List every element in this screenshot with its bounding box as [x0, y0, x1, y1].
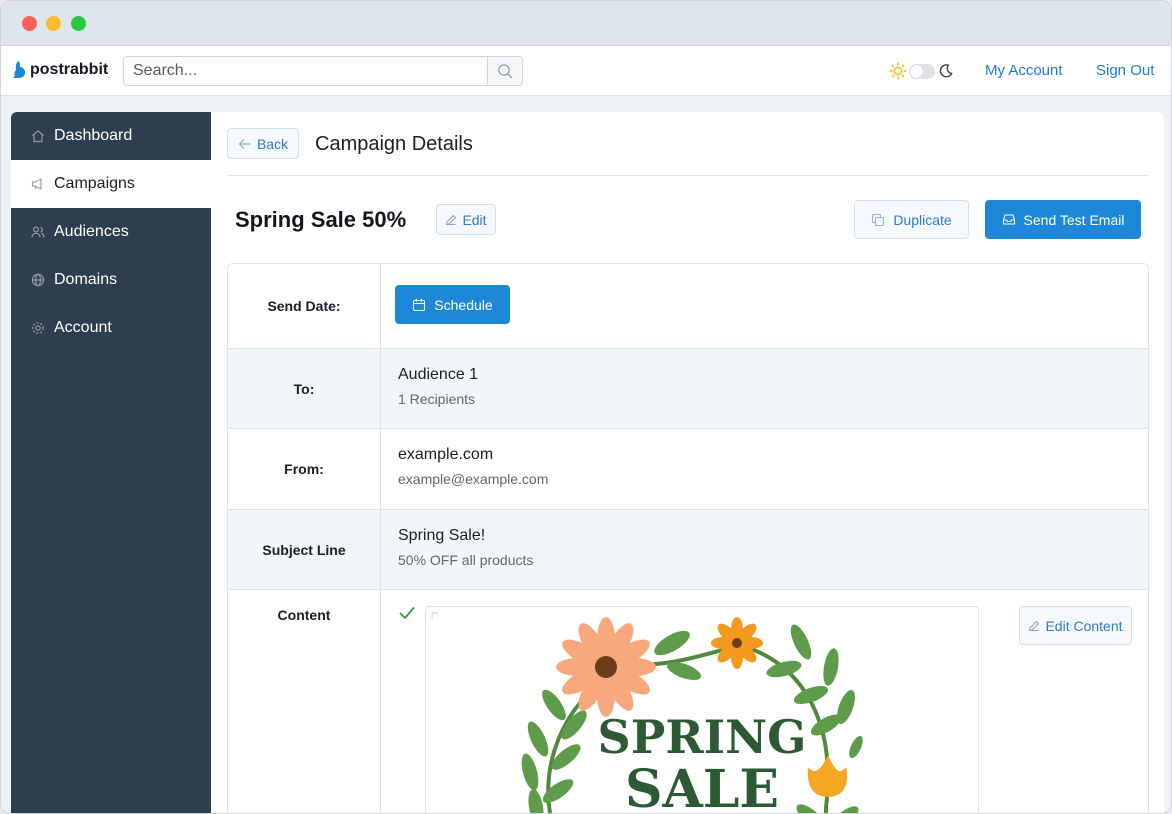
search-bar — [123, 56, 523, 86]
sidebar-item-label: Domains — [54, 271, 118, 288]
top-navigation: postrabbit Search... My Account Sign Out — [1, 46, 1171, 96]
schedule-button[interactable]: Schedule — [395, 285, 510, 324]
calendar-icon — [413, 298, 426, 311]
theme-switcher — [889, 62, 955, 80]
spring-sale-image: SPRING SALE — [431, 612, 863, 814]
close-window-button[interactable] — [22, 16, 37, 31]
send-date-label: Send Date: — [228, 264, 381, 348]
from-domain: example.com — [398, 446, 494, 463]
page-title: Campaign Details — [315, 133, 473, 155]
arrow-left-icon — [238, 138, 251, 149]
from-label: From: — [228, 429, 381, 509]
edit-content-label: Edit Content — [1045, 617, 1123, 634]
send-date-row: Send Date: Schedule — [228, 264, 1148, 349]
edit-button-label: Edit — [462, 211, 487, 228]
megaphone-icon — [31, 177, 45, 191]
moon-icon — [939, 64, 953, 78]
theme-toggle[interactable] — [909, 63, 935, 79]
main-content: Back Campaign Details Spring Sale 50% Ed… — [211, 112, 1164, 814]
preview-text: 50% OFF all products — [398, 552, 534, 568]
from-email: example@example.com — [398, 471, 549, 487]
copy-icon — [872, 213, 885, 226]
pencil-icon — [446, 214, 457, 225]
subject-label: Subject Line — [228, 510, 381, 589]
title-bar — [1, 1, 1171, 46]
send-test-email-button[interactable]: Send Test Email — [985, 200, 1141, 239]
campaign-name: Spring Sale 50% — [235, 207, 407, 232]
search-icon — [498, 64, 513, 79]
edit-name-button[interactable]: Edit — [436, 204, 496, 235]
sidebar-item-campaigns[interactable]: Campaigns — [11, 160, 211, 208]
search-button[interactable] — [487, 57, 522, 85]
content-row: Content SPRING SALE Edit Content — [228, 590, 1148, 814]
edit-content-button[interactable]: Edit Content — [1019, 606, 1132, 645]
inbox-icon — [1002, 214, 1015, 225]
globe-icon — [31, 273, 45, 287]
spring-text: SPRING — [598, 710, 807, 764]
brand-logo[interactable]: postrabbit — [12, 60, 108, 80]
check-icon — [399, 607, 415, 619]
from-value: example.com example@example.com — [398, 446, 548, 487]
to-value: Audience 1 1 Recipients — [398, 366, 478, 407]
schedule-button-label: Schedule — [434, 296, 493, 313]
subject-value: Spring Sale! 50% OFF all products — [398, 527, 533, 568]
send-test-email-label: Send Test Email — [1023, 211, 1125, 228]
back-button-label: Back — [256, 135, 289, 152]
search-input[interactable] — [124, 57, 487, 85]
sidebar-item-label: Campaigns — [54, 175, 135, 192]
recipient-count: 1 Recipients — [398, 391, 476, 407]
audience-name: Audience 1 — [398, 366, 479, 383]
my-account-link[interactable]: My Account — [985, 62, 1063, 79]
sidebar-item-account[interactable]: Account — [11, 304, 211, 352]
pencil-icon — [1029, 620, 1040, 631]
gear-icon — [31, 321, 45, 335]
sign-out-link[interactable]: Sign Out — [1096, 62, 1154, 79]
sun-icon — [889, 62, 907, 80]
rabbit-icon — [13, 61, 25, 78]
sidebar-item-audiences[interactable]: Audiences — [11, 208, 211, 256]
content-label: Content — [228, 590, 381, 813]
subject-text: Spring Sale! — [398, 527, 486, 544]
sidebar-item-label: Account — [54, 319, 112, 336]
duplicate-button-label: Duplicate — [893, 211, 952, 228]
to-label: To: — [228, 349, 381, 428]
sidebar: Dashboard Campaigns Audiences Domains Ac… — [11, 112, 211, 813]
sidebar-item-domains[interactable]: Domains — [11, 256, 211, 304]
header-divider — [227, 175, 1149, 176]
sidebar-item-dashboard[interactable]: Dashboard — [11, 112, 211, 160]
minimize-window-button[interactable] — [46, 16, 61, 31]
maximize-window-button[interactable] — [71, 16, 86, 31]
from-row: From: example.com example@example.com — [228, 429, 1148, 510]
app-window: postrabbit Search... My Account Sign Out… — [0, 0, 1172, 814]
back-button[interactable]: Back — [227, 128, 299, 159]
sidebar-item-label: Dashboard — [54, 127, 133, 144]
to-row: To: Audience 1 1 Recipients — [228, 349, 1148, 429]
duplicate-button[interactable]: Duplicate — [854, 200, 969, 239]
home-icon — [31, 129, 45, 143]
subject-row: Subject Line Spring Sale! 50% OFF all pr… — [228, 510, 1148, 590]
sidebar-item-label: Audiences — [54, 223, 129, 240]
sale-text: SALE — [625, 759, 779, 814]
users-icon — [31, 225, 45, 239]
brand-name: postrabbit — [30, 61, 109, 78]
email-content-preview[interactable]: SPRING SALE — [425, 606, 979, 814]
campaign-details-table: Send Date: Schedule To: Audience 1 1 Rec… — [227, 263, 1149, 814]
